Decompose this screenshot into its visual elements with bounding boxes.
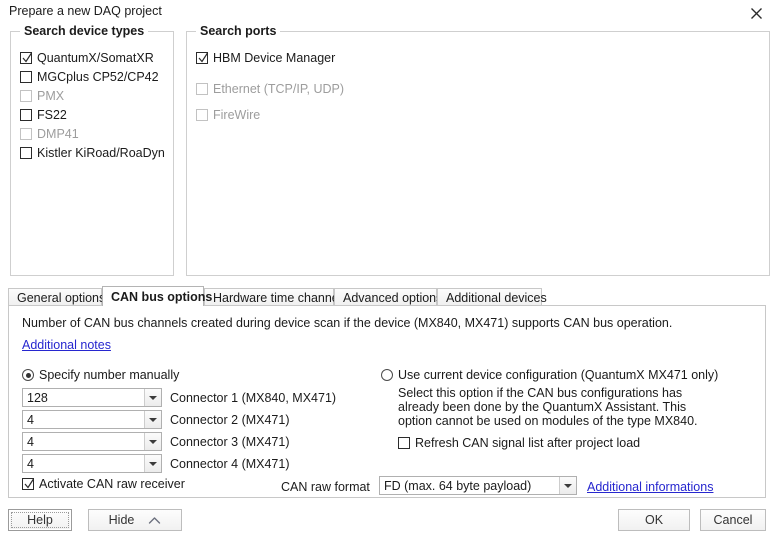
checkbox-mgcplus-cp52-cp42[interactable]: MGCplus CP52/CP42 [20,70,159,84]
checkbox-box [20,90,32,102]
ok-button[interactable]: OK [618,509,690,531]
can-description: Number of CAN bus channels created durin… [22,316,673,330]
checkbox-pmx: PMX [20,89,64,103]
connector-2-label: Connector 2 (MX471) [170,413,290,427]
tab-can-bus-options[interactable]: CAN bus options [102,286,212,306]
checkbox-box [196,83,208,95]
can-raw-format-label: CAN raw format [281,480,370,494]
checkbox-dmp41: DMP41 [20,127,79,141]
checkbox-box [22,478,35,490]
checkbox-label: Activate CAN raw receiver [39,477,185,491]
checkbox-label: QuantumX/SomatXR [37,51,154,65]
radio-button [381,369,393,381]
search-device-types-title: Search device types [20,24,149,38]
checkbox-kistler-kiroad-roadyn[interactable]: Kistler KiRoad/RoaDyn [20,146,165,160]
page-title: Prepare a new DAQ project [9,4,162,18]
connector-4-label: Connector 4 (MX471) [170,457,290,471]
chevron-down-icon[interactable] [144,411,161,428]
radio-button [22,369,34,381]
can-bus-options-panel: Number of CAN bus channels created durin… [8,305,766,498]
checkbox-hbm-device-manager[interactable]: HBM Device Manager [196,51,335,65]
radio-specify-number-manually[interactable]: Specify number manually [22,368,179,382]
chevron-down-icon[interactable] [144,433,161,450]
hide-button[interactable]: Hide [88,509,182,531]
checkbox-box [20,147,32,159]
cancel-button-label: Cancel [713,513,753,527]
checkbox-quantumx-somatxr[interactable]: QuantumX/SomatXR [20,51,154,65]
checkbox-activate-can-raw-receiver[interactable]: Activate CAN raw receiver [22,477,185,491]
checkbox-fs22[interactable]: FS22 [20,108,67,122]
radio-label: Use current device configuration (Quantu… [398,368,719,382]
checkbox-label: FireWire [213,108,261,122]
additional-notes-link[interactable]: Additional notes [22,338,111,352]
connector-4-combo[interactable]: 4 [22,454,162,473]
connector-4-value: 4 [27,456,34,471]
ok-button-label: OK [644,513,664,527]
tab-advanced-options[interactable]: Advanced options [334,288,442,306]
checkbox-label: DMP41 [37,127,79,141]
checkbox-box [20,128,32,140]
checkbox-box [398,437,410,449]
connector-2-combo[interactable]: 4 [22,410,162,429]
title-bar: Prepare a new DAQ project [0,0,774,26]
check-mark-icon [198,52,209,64]
search-device-types-group: Search device types QuantumX/SomatXR MGC… [10,24,174,276]
dialog-window: Prepare a new DAQ project Search device … [0,0,774,538]
checkbox-label: Kistler KiRoad/RoaDyn [37,146,165,160]
chevron-down-icon[interactable] [559,477,576,494]
tab-hardware-time-channels[interactable]: Hardware time channels [204,288,348,306]
checkbox-box [20,109,32,121]
chevron-up-icon [148,516,161,525]
connector-1-label: Connector 1 (MX840, MX471) [170,391,337,405]
can-raw-format-combo[interactable]: FD (max. 64 byte payload) [379,476,577,495]
tab-general-options[interactable]: General options [8,288,105,306]
help-button[interactable]: Help [8,509,72,531]
checkbox-box [20,71,32,83]
checkbox-label: MGCplus CP52/CP42 [37,70,159,84]
search-ports-title: Search ports [196,24,281,38]
connector-3-value: 4 [27,434,34,449]
connector-2-value: 4 [27,412,34,427]
connector-3-label: Connector 3 (MX471) [170,435,290,449]
hide-button-label: Hide [108,513,135,527]
tab-strip: General options CAN bus options Hardware… [8,286,766,306]
check-mark-icon [22,52,33,64]
checkbox-label: Ethernet (TCP/IP, UDP) [213,82,345,96]
close-icon[interactable] [746,3,766,23]
checkbox-box [196,52,209,64]
checkbox-refresh-can-signal-list[interactable]: Refresh CAN signal list after project lo… [398,436,640,450]
current-config-hint: Select this option if the CAN bus config… [398,386,698,428]
connector-1-combo[interactable]: 128 [22,388,162,407]
checkbox-label: Refresh CAN signal list after project lo… [415,436,641,450]
chevron-down-icon[interactable] [144,389,161,406]
checkbox-label: FS22 [37,108,67,122]
help-button-label: Help [27,513,53,527]
checkbox-ethernet: Ethernet (TCP/IP, UDP) [196,82,344,96]
checkbox-box [196,109,208,121]
can-raw-format-value: FD (max. 64 byte payload) [384,478,532,493]
checkbox-firewire: FireWire [196,108,260,122]
chevron-down-icon[interactable] [144,455,161,472]
check-mark-icon [24,478,35,490]
checkbox-box [20,52,33,64]
checkbox-label: HBM Device Manager [213,51,336,65]
connector-3-combo[interactable]: 4 [22,432,162,451]
radio-label: Specify number manually [39,368,180,382]
additional-informations-link[interactable]: Additional informations [587,480,713,494]
checkbox-label: PMX [37,89,65,103]
search-ports-group: Search ports HBM Device Manager Ethernet… [186,24,770,276]
cancel-button[interactable]: Cancel [700,509,766,531]
radio-use-current-device-configuration[interactable]: Use current device configuration (Quantu… [381,368,718,382]
connector-1-value: 128 [27,390,48,405]
tab-additional-devices[interactable]: Additional devices [437,288,547,306]
